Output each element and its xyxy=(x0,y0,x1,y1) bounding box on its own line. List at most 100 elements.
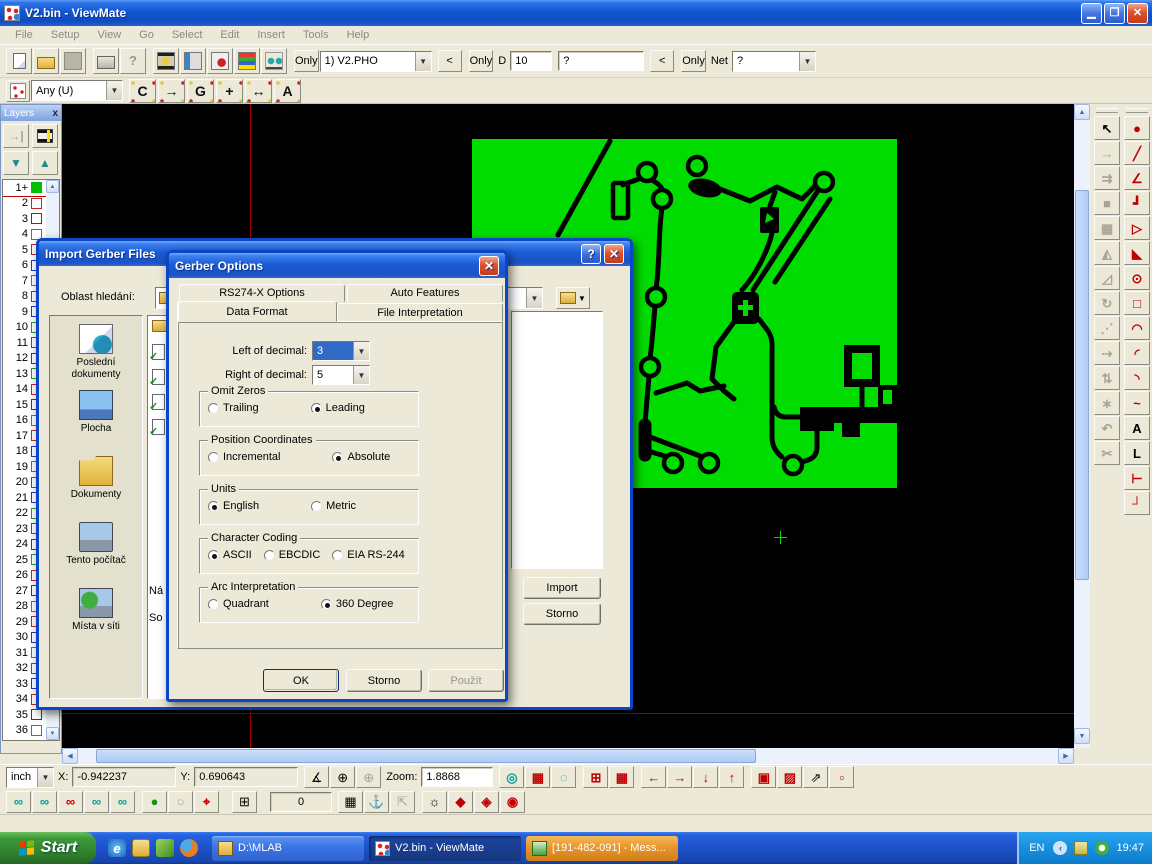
snip-tool[interactable]: ✂ xyxy=(1094,441,1120,465)
tile-windows-icon[interactable]: ⊞ xyxy=(232,791,257,813)
radio-incremental[interactable]: Incremental xyxy=(208,451,280,463)
dcode-view-button[interactable] xyxy=(207,48,233,74)
radio-360-degree[interactable]: 360 Degree xyxy=(321,598,394,610)
layer-color-swatch[interactable] xyxy=(31,182,42,193)
vscroll-thumb[interactable] xyxy=(1075,190,1089,580)
select-tool[interactable]: ↖ xyxy=(1094,116,1120,140)
checked-file-icon[interactable] xyxy=(152,369,165,385)
dcode-g-button[interactable]: G xyxy=(187,79,214,103)
radio-english[interactable]: English xyxy=(208,500,259,512)
horizontal-scrollbar[interactable]: ◀ ▶ xyxy=(62,748,1074,764)
highlight-on-icon[interactable]: ● xyxy=(142,791,167,813)
relative-origin-icon[interactable]: ⊕ xyxy=(356,766,381,788)
dialog-titlebar[interactable]: Gerber Options ✕ xyxy=(169,253,505,278)
radio-ascii[interactable]: ASCII xyxy=(208,549,252,561)
layer-down-button[interactable]: ▼ xyxy=(3,151,29,175)
layer-combo[interactable]: 1) V2.PHO ▼ xyxy=(320,51,432,72)
draw-spline-tool[interactable]: ~ xyxy=(1124,391,1150,415)
inspect-button[interactable] xyxy=(261,48,287,74)
net-combo[interactable]: ? ▼ xyxy=(732,51,816,72)
draw-angle-tool[interactable]: ▷ xyxy=(1124,216,1150,240)
pan-down-icon[interactable]: ↓ xyxy=(693,766,718,788)
menu-view[interactable]: View xyxy=(88,27,130,43)
taskbar-task-viewmate[interactable]: V2.bin - ViewMate xyxy=(369,836,521,861)
scale-tool[interactable]: ⋰ xyxy=(1094,316,1120,340)
nudge-tool[interactable]: ⇅ xyxy=(1094,366,1120,390)
menu-file[interactable]: File xyxy=(6,27,42,43)
import-button[interactable]: Import xyxy=(523,577,601,599)
taskbar-task-messenger[interactable]: [191-482-091] - Mess... xyxy=(526,836,678,861)
stretch-icon[interactable]: ⇱ xyxy=(390,791,415,813)
checked-file-icon[interactable] xyxy=(152,419,165,435)
menu-tools[interactable]: Tools xyxy=(294,27,338,43)
toolbar-grip[interactable] xyxy=(1126,108,1148,113)
apply-button[interactable]: Použít xyxy=(428,669,504,692)
view-menu-button[interactable]: ▼ xyxy=(556,287,590,309)
pan-up-icon[interactable]: ↑ xyxy=(719,766,744,788)
scroll-up-icon[interactable]: ▲ xyxy=(46,180,59,193)
color-view-button[interactable] xyxy=(234,48,260,74)
move-tool[interactable]: ⇢ xyxy=(1094,341,1120,365)
view-pads-icon[interactable]: ∞ xyxy=(110,791,135,813)
radio-leading[interactable]: Leading xyxy=(311,402,365,414)
draw-triangle-tool[interactable]: ◣ xyxy=(1124,241,1150,265)
tab-rs274x-options[interactable]: RS274-X Options xyxy=(179,284,345,302)
layer-film-button[interactable] xyxy=(32,124,58,148)
undo-tool[interactable]: ↶ xyxy=(1094,416,1120,440)
minimize-button[interactable]: ▁ xyxy=(1081,3,1102,24)
mirror-tool[interactable]: ◭ xyxy=(1094,241,1120,265)
firefox-icon[interactable] xyxy=(180,839,198,857)
radio-eia-rs-244[interactable]: EIA RS-244 xyxy=(332,549,404,561)
angle-measure-icon[interactable]: ∡ xyxy=(304,766,329,788)
chevron-down-icon[interactable]: ▼ xyxy=(799,52,815,71)
cancel-button[interactable]: Storno xyxy=(346,669,422,692)
fill-pattern-tool[interactable]: ▦ xyxy=(1094,216,1120,240)
checked-file-icon[interactable] xyxy=(152,344,165,360)
left-of-decimal-combo[interactable]: 3 ▼ xyxy=(312,341,370,361)
scroll-down-icon[interactable]: ▼ xyxy=(1074,728,1090,744)
scroll-right-icon[interactable]: ▶ xyxy=(1058,748,1074,764)
radio-quadrant[interactable]: Quadrant xyxy=(208,598,269,610)
tools-view-button[interactable] xyxy=(180,48,206,74)
print-button[interactable] xyxy=(93,48,119,74)
close-button[interactable]: ✕ xyxy=(479,256,499,276)
right-of-decimal-combo[interactable]: 5 ▼ xyxy=(312,365,370,385)
tab-data-format[interactable]: Data Format xyxy=(177,301,337,322)
only-net-button[interactable]: Only xyxy=(681,50,706,72)
ok-button[interactable]: OK xyxy=(263,669,339,692)
view-layers-icon[interactable]: ∞ xyxy=(32,791,57,813)
flash-view-button[interactable] xyxy=(153,48,179,74)
prev-dcode-button[interactable]: < xyxy=(650,50,674,72)
chevron-down-icon[interactable]: ▼ xyxy=(526,288,542,308)
only-layer-button[interactable]: Only xyxy=(294,50,319,72)
internet-explorer-icon[interactable]: e xyxy=(108,839,126,857)
draw-rectangle-tool[interactable]: □ xyxy=(1124,291,1150,315)
menu-go[interactable]: Go xyxy=(130,27,163,43)
grid-window-icon[interactable]: ⊞ xyxy=(583,766,608,788)
save-button[interactable] xyxy=(60,48,86,74)
place-m-sta-v-s-ti[interactable]: Místa v síti xyxy=(51,588,141,654)
draw-corner-tool[interactable]: ┛ xyxy=(1124,191,1150,215)
place-dokumenty[interactable]: Dokumenty xyxy=(51,456,141,522)
scroll-up-icon[interactable]: ▲ xyxy=(1074,104,1090,120)
place-posledn-dokumenty[interactable]: Poslední dokumenty xyxy=(51,324,141,390)
cancel-button[interactable]: Storno xyxy=(523,603,601,625)
dcode-query-input[interactable]: ? xyxy=(558,51,644,71)
fill-solid-tool[interactable]: ■ xyxy=(1094,191,1120,215)
skew-tool[interactable]: ◿ xyxy=(1094,266,1120,290)
layer-color-swatch[interactable] xyxy=(31,725,42,736)
tray-status-icon[interactable] xyxy=(1095,841,1109,855)
pad-pattern1-icon[interactable]: ◆ xyxy=(448,791,473,813)
selected-files-list[interactable] xyxy=(511,311,603,569)
zoom-window-icon[interactable]: ◌ xyxy=(551,766,576,788)
close-button[interactable]: ✕ xyxy=(604,244,624,264)
view-dcodes-icon[interactable]: ∞ xyxy=(6,791,31,813)
toolbar-grip[interactable] xyxy=(1096,108,1118,113)
layer-color-swatch[interactable] xyxy=(31,709,42,720)
radio-ebcdic[interactable]: EBCDIC xyxy=(264,549,321,561)
tray-clipboard-icon[interactable] xyxy=(1074,841,1088,855)
dcode-type-combo[interactable]: Any (U) ▼ xyxy=(31,80,123,101)
layer-row-3[interactable]: 3 xyxy=(3,211,46,227)
layer-insert-button[interactable]: →| xyxy=(3,124,29,148)
draw-polyline-tool[interactable]: ∠ xyxy=(1124,166,1150,190)
